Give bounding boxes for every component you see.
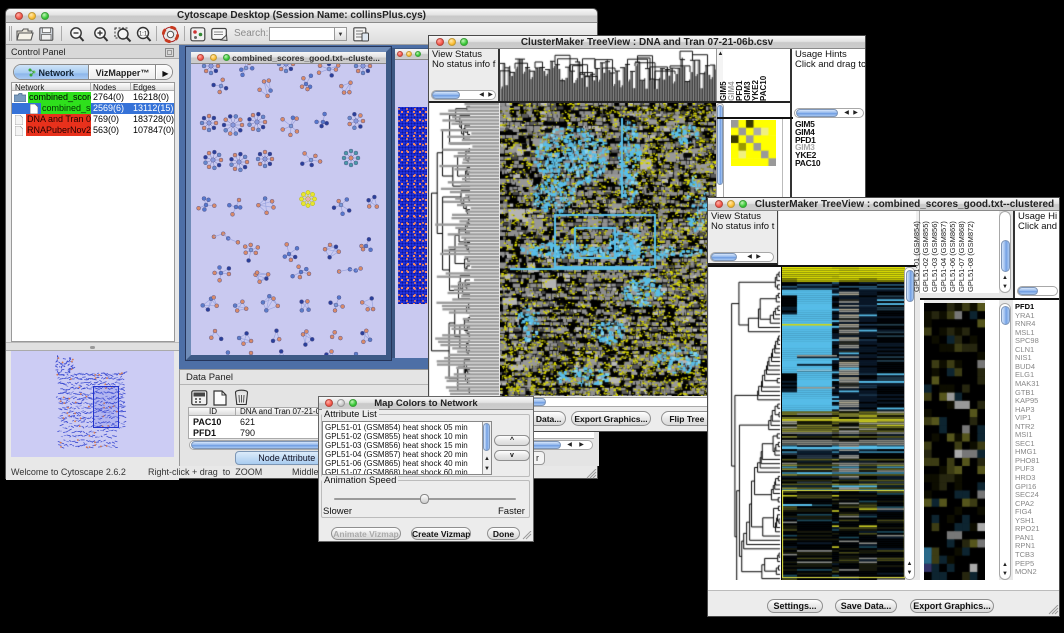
svg-text:1:1: 1:1	[139, 32, 148, 38]
